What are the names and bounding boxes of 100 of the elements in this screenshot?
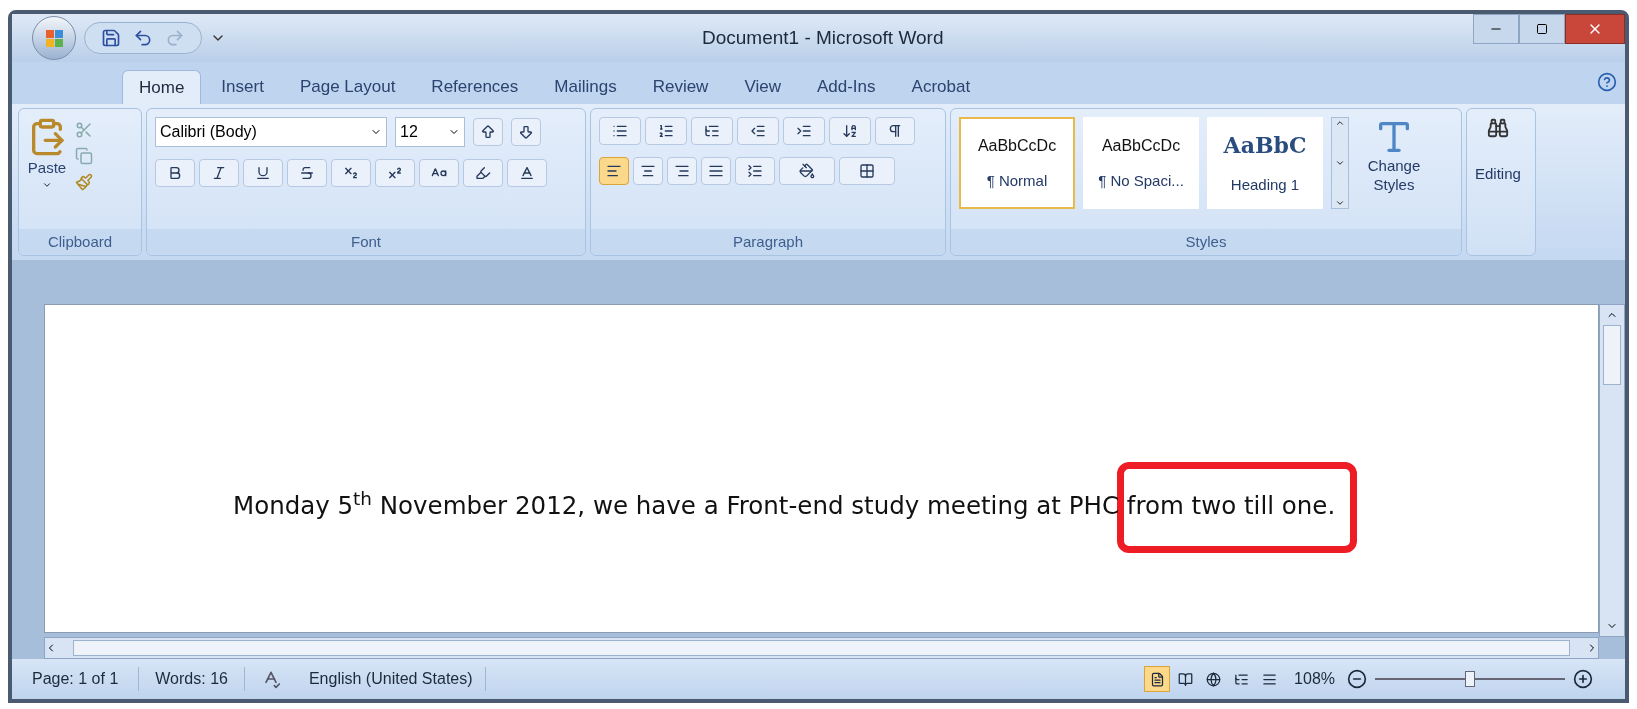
show-marks-button[interactable] (875, 117, 915, 145)
paragraph-button[interactable] (829, 117, 871, 145)
bold-icon (167, 165, 183, 181)
zoom-out-icon[interactable] (1347, 669, 1367, 689)
format-button[interactable] (507, 159, 547, 187)
numbering-icon (658, 123, 674, 139)
more-icon (1335, 198, 1345, 208)
format-button[interactable] (331, 159, 371, 187)
paint-bucket-icon (799, 163, 815, 179)
zoom-in-icon[interactable] (1573, 669, 1593, 689)
format-button[interactable] (463, 159, 503, 187)
group-label: Styles (951, 228, 1461, 255)
style-item[interactable]: AaBbCcDc ¶ Normal (959, 117, 1075, 209)
align-left-icon (606, 163, 622, 179)
change-styles-button[interactable]: Change Styles (1357, 117, 1431, 195)
ribbon-tab[interactable]: Page Layout (283, 70, 412, 104)
format-painter-icon[interactable] (75, 173, 93, 191)
format-button[interactable] (419, 159, 459, 187)
ribbon-tab[interactable]: References (415, 70, 535, 104)
scroll-thumb[interactable] (1603, 325, 1621, 385)
window-title: Document1 - Microsoft Word (702, 25, 944, 50)
paragraph-button[interactable] (645, 117, 687, 145)
format-button[interactable] (287, 159, 327, 187)
bullets-icon (612, 123, 628, 139)
sort-icon (842, 123, 858, 139)
increase-indent-icon (796, 123, 812, 139)
help-icon[interactable] (1597, 72, 1617, 92)
shrink-font-button[interactable] (511, 118, 541, 146)
grow-font-button[interactable] (473, 118, 503, 146)
editing-button[interactable]: Editing (1475, 117, 1521, 186)
line-spacing-button[interactable] (735, 157, 775, 185)
borders-button[interactable] (839, 157, 895, 185)
line-spacing-icon (747, 163, 763, 179)
underline-icon (255, 165, 271, 181)
align-button[interactable] (633, 157, 663, 185)
office-button[interactable] (32, 16, 76, 60)
format-button[interactable] (155, 159, 195, 187)
shrink-font-icon (518, 124, 534, 140)
ribbon-tab[interactable]: Review (636, 70, 725, 104)
outline-icon (1233, 671, 1249, 687)
paragraph-button[interactable] (783, 117, 825, 145)
pilcrow-icon (887, 123, 903, 139)
format-button[interactable] (243, 159, 283, 187)
word-count[interactable]: Words: 16 (139, 667, 245, 691)
subscript-icon (343, 165, 359, 181)
lines-icon (1261, 671, 1277, 687)
grow-font-icon (480, 124, 496, 140)
style-item[interactable]: AaBbC Heading 1 (1207, 117, 1323, 209)
ribbon-tab[interactable]: Acrobat (895, 70, 987, 104)
paragraph-button[interactable] (737, 117, 779, 145)
font-name-field[interactable]: Calibri (Body) (155, 117, 387, 147)
highlighter-icon (475, 165, 491, 181)
language-status[interactable]: English (United States) (296, 667, 486, 691)
zoom-level[interactable]: 108% (1294, 667, 1335, 691)
styles-scrollbar[interactable] (1331, 117, 1349, 209)
shading-button[interactable] (779, 157, 835, 185)
group-label: Clipboard (19, 228, 141, 255)
scroll-down-icon (1335, 158, 1345, 168)
maximize-button[interactable] (1519, 14, 1565, 44)
ribbon-tab[interactable]: Insert (205, 70, 280, 104)
horizontal-scrollbar[interactable] (44, 637, 1599, 659)
ribbon-tab[interactable]: Home (122, 70, 202, 104)
format-button[interactable] (375, 159, 415, 187)
scroll-up-icon (1335, 118, 1345, 128)
ribbon-tab[interactable]: View (728, 70, 797, 104)
globe-icon (1205, 671, 1221, 687)
view-button[interactable] (1144, 666, 1171, 692)
group-label: Paragraph (591, 228, 945, 255)
decrease-indent-icon (750, 123, 766, 139)
group-label: Font (147, 228, 585, 255)
save-icon[interactable] (101, 28, 121, 48)
page-count[interactable]: Page: 1 of 1 (12, 667, 140, 691)
vertical-scrollbar[interactable] (1599, 304, 1625, 637)
paragraph-button[interactable] (691, 117, 733, 145)
align-button[interactable] (667, 157, 697, 185)
align-center-icon (640, 163, 656, 179)
paste-button[interactable]: Paste (27, 117, 67, 191)
undo-icon[interactable] (133, 28, 153, 48)
binoculars-icon (1486, 117, 1509, 139)
align-right-icon (674, 163, 690, 179)
ribbon-tab[interactable]: Add-Ins (800, 70, 892, 104)
align-justify-icon (708, 163, 724, 179)
scroll-thumb[interactable] (73, 640, 1570, 656)
style-item[interactable]: AaBbCcDc ¶ No Spaci... (1083, 117, 1199, 209)
borders-icon (859, 163, 875, 179)
close-button[interactable] (1565, 14, 1625, 44)
paragraph-button[interactable] (599, 117, 641, 145)
book-icon (1177, 671, 1193, 687)
strikethrough-icon (299, 165, 315, 181)
align-button[interactable] (701, 157, 731, 185)
multilevel-list-icon (704, 123, 720, 139)
format-button[interactable] (199, 159, 239, 187)
italic-icon (211, 165, 227, 181)
ribbon-tab[interactable]: Mailings (538, 70, 633, 104)
align-button[interactable] (599, 157, 629, 185)
page-icon (1149, 671, 1165, 687)
superscript-icon (387, 165, 403, 181)
font-color-icon (519, 165, 535, 181)
font-size-field[interactable]: 12 (395, 117, 465, 147)
zoom-slider[interactable] (1375, 669, 1565, 689)
